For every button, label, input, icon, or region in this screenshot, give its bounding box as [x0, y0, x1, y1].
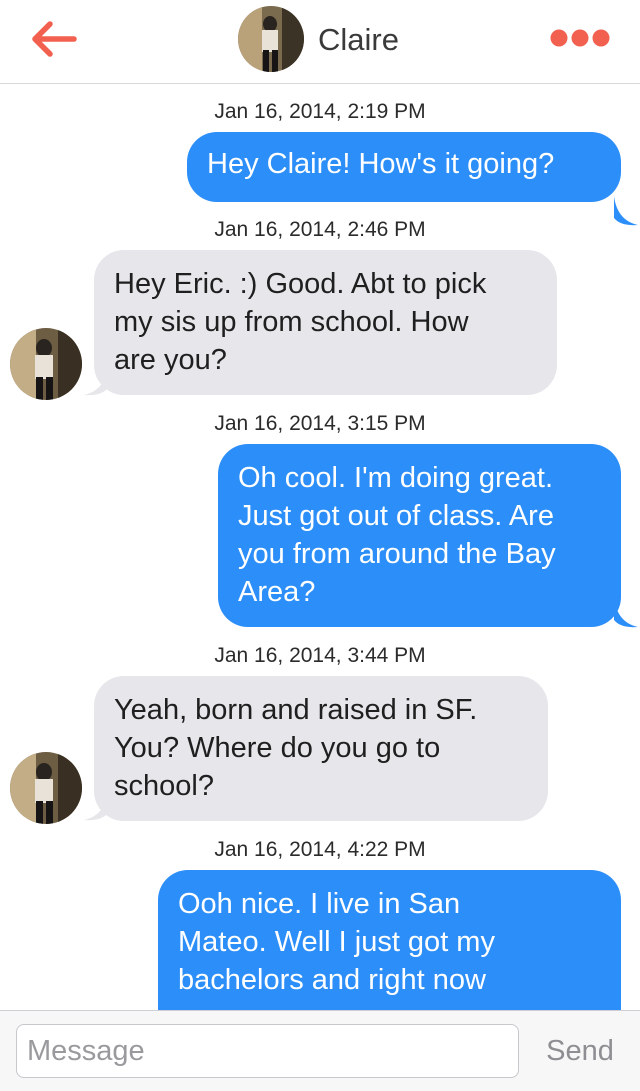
message-line: you from around the Bay	[238, 538, 556, 570]
message-bubble-outgoing[interactable]: Ooh nice. I live in San Mateo. Well I ju…	[158, 870, 621, 1010]
message-line: Just got out of class. Are	[238, 500, 554, 532]
message-bubble-outgoing[interactable]: Hey Claire! How's it going?	[187, 132, 621, 202]
chat-screen: Claire Jan 16, 2014, 2:19 PM Hey Claire!…	[0, 0, 640, 1091]
message-line: Hey Eric. :) Good. Abt to pick	[114, 268, 487, 300]
back-arrow-icon	[32, 21, 77, 57]
message-line: bachelors and right now	[178, 964, 486, 996]
contact-name[interactable]: Claire	[318, 22, 399, 58]
message-line: Oh cool. I'm doing great.	[238, 462, 554, 494]
message-timestamp: Jan 16, 2014, 4:22 PM	[214, 838, 426, 861]
message-line: are you?	[114, 344, 227, 376]
send-button[interactable]: Send	[530, 1029, 630, 1073]
more-options-button[interactable]	[548, 26, 612, 50]
message-bubble-incoming[interactable]: Hey Eric. :) Good. Abt to pick my sis up…	[94, 250, 557, 395]
message-timestamp: Jan 16, 2014, 2:19 PM	[214, 100, 426, 123]
back-button[interactable]	[26, 14, 82, 64]
message-bubble-outgoing[interactable]: Oh cool. I'm doing great. Just got out o…	[218, 444, 621, 627]
contact-avatar[interactable]	[238, 6, 304, 72]
contact-avatar-small[interactable]	[10, 752, 82, 824]
message-timestamp: Jan 16, 2014, 3:44 PM	[214, 644, 426, 667]
message-line: school?	[114, 770, 214, 802]
message-line: Ooh nice. I live in San	[178, 888, 461, 920]
message-input[interactable]	[16, 1024, 519, 1078]
message-line: You? Where do you go to	[114, 732, 441, 764]
message-timestamp: Jan 16, 2014, 2:46 PM	[214, 218, 426, 241]
message-line: Yeah, born and raised in SF.	[114, 694, 478, 726]
message-line: my sis up from school. How	[114, 306, 469, 338]
message-list[interactable]: Jan 16, 2014, 2:19 PM Hey Claire! How's …	[0, 84, 640, 1010]
chat-header: Claire	[0, 0, 640, 84]
message-line: Area?	[238, 576, 316, 608]
message-line: Mateo. Well I just got my	[178, 926, 495, 958]
more-dots-icon	[550, 29, 610, 47]
message-timestamp: Jan 16, 2014, 3:15 PM	[214, 412, 426, 435]
message-composer: Send	[0, 1010, 640, 1091]
message-line: Hey Claire! How's it going?	[207, 148, 555, 180]
contact-avatar-small[interactable]	[10, 328, 82, 400]
message-bubble-incoming[interactable]: Yeah, born and raised in SF. You? Where …	[94, 676, 548, 821]
